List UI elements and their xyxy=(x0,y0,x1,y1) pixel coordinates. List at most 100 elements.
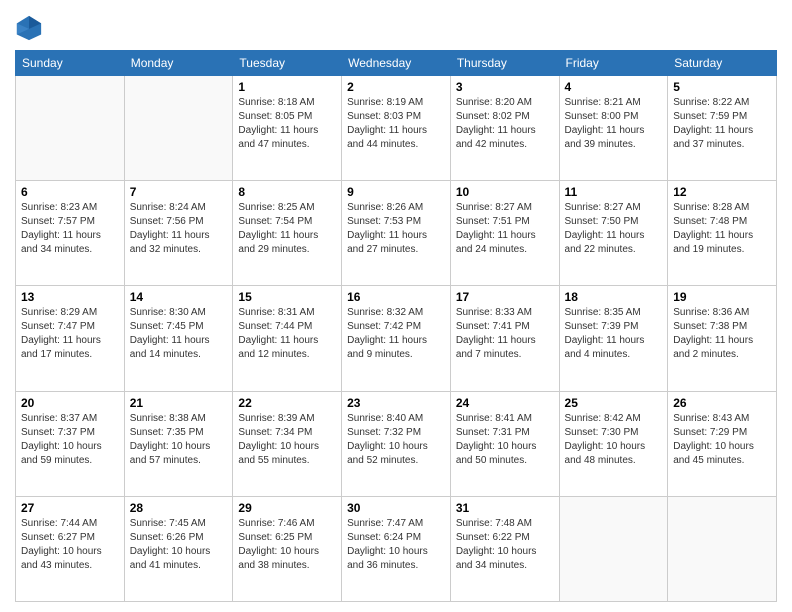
day-number: 29 xyxy=(238,501,336,515)
calendar-cell xyxy=(559,496,668,601)
day-info: Sunrise: 8:29 AMSunset: 7:47 PMDaylight:… xyxy=(21,306,119,362)
calendar-cell: 15 Sunrise: 8:31 AMSunset: 7:44 PMDayligh… xyxy=(233,286,342,391)
calendar-cell: 22Sunrise: 8:39 AMSunset: 7:34 PMDayligh… xyxy=(233,391,342,496)
day-number: 16 xyxy=(347,290,445,304)
day-info: Sunrise: 8:27 AMSunset: 7:50 PMDaylight:… xyxy=(565,201,663,257)
day-number: 13 xyxy=(21,290,119,304)
day-info: Sunrise: 8:38 AMSunset: 7:35 PMDaylight:… xyxy=(130,412,228,468)
day-info: Sunrise: 8:43 AMSunset: 7:29 PMDaylight:… xyxy=(673,412,771,468)
day-info: Sunrise: 7:45 AMSunset: 6:26 PMDaylight:… xyxy=(130,517,228,573)
calendar-week-row: 13 Sunrise: 8:29 AMSunset: 7:47 PMDayligh… xyxy=(16,286,777,391)
weekday-header-wednesday: Wednesday xyxy=(342,51,451,76)
calendar-cell xyxy=(124,76,233,181)
page-header xyxy=(15,10,777,42)
calendar-cell: 29Sunrise: 7:46 AMSunset: 6:25 PMDayligh… xyxy=(233,496,342,601)
calendar-cell: 27Sunrise: 7:44 AMSunset: 6:27 PMDayligh… xyxy=(16,496,125,601)
day-info: Sunrise: 8:27 AMSunset: 7:51 PMDaylight:… xyxy=(456,201,554,257)
day-number: 17 xyxy=(456,290,554,304)
calendar-week-row: 27Sunrise: 7:44 AMSunset: 6:27 PMDayligh… xyxy=(16,496,777,601)
weekday-header-saturday: Saturday xyxy=(668,51,777,76)
day-number: 4 xyxy=(565,80,663,94)
day-info: Sunrise: 7:48 AMSunset: 6:22 PMDaylight:… xyxy=(456,517,554,573)
day-number: 25 xyxy=(565,396,663,410)
day-number: 11 xyxy=(565,185,663,199)
logo xyxy=(15,14,45,42)
day-number: 6 xyxy=(21,185,119,199)
calendar-cell: 13 Sunrise: 8:29 AMSunset: 7:47 PMDayligh… xyxy=(16,286,125,391)
day-info: Sunrise: 8:19 AMSunset: 8:03 PMDaylight:… xyxy=(347,96,445,152)
calendar-cell: 19 Sunrise: 8:36 AMSunset: 7:38 PMDayligh… xyxy=(668,286,777,391)
weekday-header-friday: Friday xyxy=(559,51,668,76)
day-number: 12 xyxy=(673,185,771,199)
calendar-cell: 1 Sunrise: 8:18 AMSunset: 8:05 PMDaylight… xyxy=(233,76,342,181)
day-info: Sunrise: 8:22 AMSunset: 7:59 PMDaylight:… xyxy=(673,96,771,152)
weekday-header-sunday: Sunday xyxy=(16,51,125,76)
day-number: 15 xyxy=(238,290,336,304)
day-info: Sunrise: 8:36 AMSunset: 7:38 PMDaylight:… xyxy=(673,306,771,362)
day-info: Sunrise: 8:41 AMSunset: 7:31 PMDaylight:… xyxy=(456,412,554,468)
day-info: Sunrise: 8:37 AMSunset: 7:37 PMDaylight:… xyxy=(21,412,119,468)
calendar-week-row: 1 Sunrise: 8:18 AMSunset: 8:05 PMDaylight… xyxy=(16,76,777,181)
day-number: 26 xyxy=(673,396,771,410)
calendar-cell: 4 Sunrise: 8:21 AMSunset: 8:00 PMDaylight… xyxy=(559,76,668,181)
calendar-cell: 11 Sunrise: 8:27 AMSunset: 7:50 PMDayligh… xyxy=(559,181,668,286)
day-info: Sunrise: 8:28 AMSunset: 7:48 PMDaylight:… xyxy=(673,201,771,257)
calendar-cell: 28 Sunrise: 7:45 AMSunset: 6:26 PMDayligh… xyxy=(124,496,233,601)
calendar-week-row: 6 Sunrise: 8:23 AMSunset: 7:57 PMDaylight… xyxy=(16,181,777,286)
day-info: Sunrise: 8:32 AMSunset: 7:42 PMDaylight:… xyxy=(347,306,445,362)
calendar-cell: 5Sunrise: 8:22 AMSunset: 7:59 PMDaylight… xyxy=(668,76,777,181)
day-number: 18 xyxy=(565,290,663,304)
calendar-cell: 14 Sunrise: 8:30 AMSunset: 7:45 PMDayligh… xyxy=(124,286,233,391)
logo-icon xyxy=(15,14,43,42)
day-number: 22 xyxy=(238,396,336,410)
calendar-cell: 17 Sunrise: 8:33 AMSunset: 7:41 PMDayligh… xyxy=(450,286,559,391)
day-number: 8 xyxy=(238,185,336,199)
day-number: 14 xyxy=(130,290,228,304)
calendar-cell: 24 Sunrise: 8:41 AMSunset: 7:31 PMDayligh… xyxy=(450,391,559,496)
calendar-cell: 20 Sunrise: 8:37 AMSunset: 7:37 PMDayligh… xyxy=(16,391,125,496)
day-info: Sunrise: 8:33 AMSunset: 7:41 PMDaylight:… xyxy=(456,306,554,362)
calendar-cell: 12 Sunrise: 8:28 AMSunset: 7:48 PMDayligh… xyxy=(668,181,777,286)
calendar-cell: 23Sunrise: 8:40 AMSunset: 7:32 PMDayligh… xyxy=(342,391,451,496)
weekday-header-monday: Monday xyxy=(124,51,233,76)
day-number: 3 xyxy=(456,80,554,94)
calendar-cell: 7 Sunrise: 8:24 AMSunset: 7:56 PMDaylight… xyxy=(124,181,233,286)
day-number: 19 xyxy=(673,290,771,304)
weekday-header-thursday: Thursday xyxy=(450,51,559,76)
day-number: 24 xyxy=(456,396,554,410)
calendar-cell xyxy=(668,496,777,601)
day-info: Sunrise: 8:40 AMSunset: 7:32 PMDaylight:… xyxy=(347,412,445,468)
day-info: Sunrise: 8:25 AMSunset: 7:54 PMDaylight:… xyxy=(238,201,336,257)
calendar-cell: 31 Sunrise: 7:48 AMSunset: 6:22 PMDayligh… xyxy=(450,496,559,601)
day-number: 2 xyxy=(347,80,445,94)
day-info: Sunrise: 8:26 AMSunset: 7:53 PMDaylight:… xyxy=(347,201,445,257)
calendar-cell: 26 Sunrise: 8:43 AMSunset: 7:29 PMDayligh… xyxy=(668,391,777,496)
day-info: Sunrise: 8:24 AMSunset: 7:56 PMDaylight:… xyxy=(130,201,228,257)
calendar-cell: 6 Sunrise: 8:23 AMSunset: 7:57 PMDaylight… xyxy=(16,181,125,286)
calendar-cell: 10Sunrise: 8:27 AMSunset: 7:51 PMDayligh… xyxy=(450,181,559,286)
calendar-cell: 21 Sunrise: 8:38 AMSunset: 7:35 PMDayligh… xyxy=(124,391,233,496)
day-info: Sunrise: 8:21 AMSunset: 8:00 PMDaylight:… xyxy=(565,96,663,152)
day-info: Sunrise: 8:18 AMSunset: 8:05 PMDaylight:… xyxy=(238,96,336,152)
day-number: 20 xyxy=(21,396,119,410)
calendar-table: SundayMondayTuesdayWednesdayThursdayFrid… xyxy=(15,50,777,602)
day-number: 21 xyxy=(130,396,228,410)
day-info: Sunrise: 8:31 AMSunset: 7:44 PMDaylight:… xyxy=(238,306,336,362)
day-number: 31 xyxy=(456,501,554,515)
calendar-cell: 8 Sunrise: 8:25 AMSunset: 7:54 PMDaylight… xyxy=(233,181,342,286)
calendar-cell: 18 Sunrise: 8:35 AMSunset: 7:39 PMDayligh… xyxy=(559,286,668,391)
calendar-cell: 3 Sunrise: 8:20 AMSunset: 8:02 PMDaylight… xyxy=(450,76,559,181)
day-number: 9 xyxy=(347,185,445,199)
day-number: 7 xyxy=(130,185,228,199)
day-info: Sunrise: 8:35 AMSunset: 7:39 PMDaylight:… xyxy=(565,306,663,362)
calendar-week-row: 20 Sunrise: 8:37 AMSunset: 7:37 PMDayligh… xyxy=(16,391,777,496)
day-info: Sunrise: 8:30 AMSunset: 7:45 PMDaylight:… xyxy=(130,306,228,362)
day-info: Sunrise: 8:42 AMSunset: 7:30 PMDaylight:… xyxy=(565,412,663,468)
day-info: Sunrise: 8:23 AMSunset: 7:57 PMDaylight:… xyxy=(21,201,119,257)
calendar-cell xyxy=(16,76,125,181)
weekday-header-tuesday: Tuesday xyxy=(233,51,342,76)
day-number: 30 xyxy=(347,501,445,515)
day-number: 28 xyxy=(130,501,228,515)
day-info: Sunrise: 8:20 AMSunset: 8:02 PMDaylight:… xyxy=(456,96,554,152)
day-number: 1 xyxy=(238,80,336,94)
